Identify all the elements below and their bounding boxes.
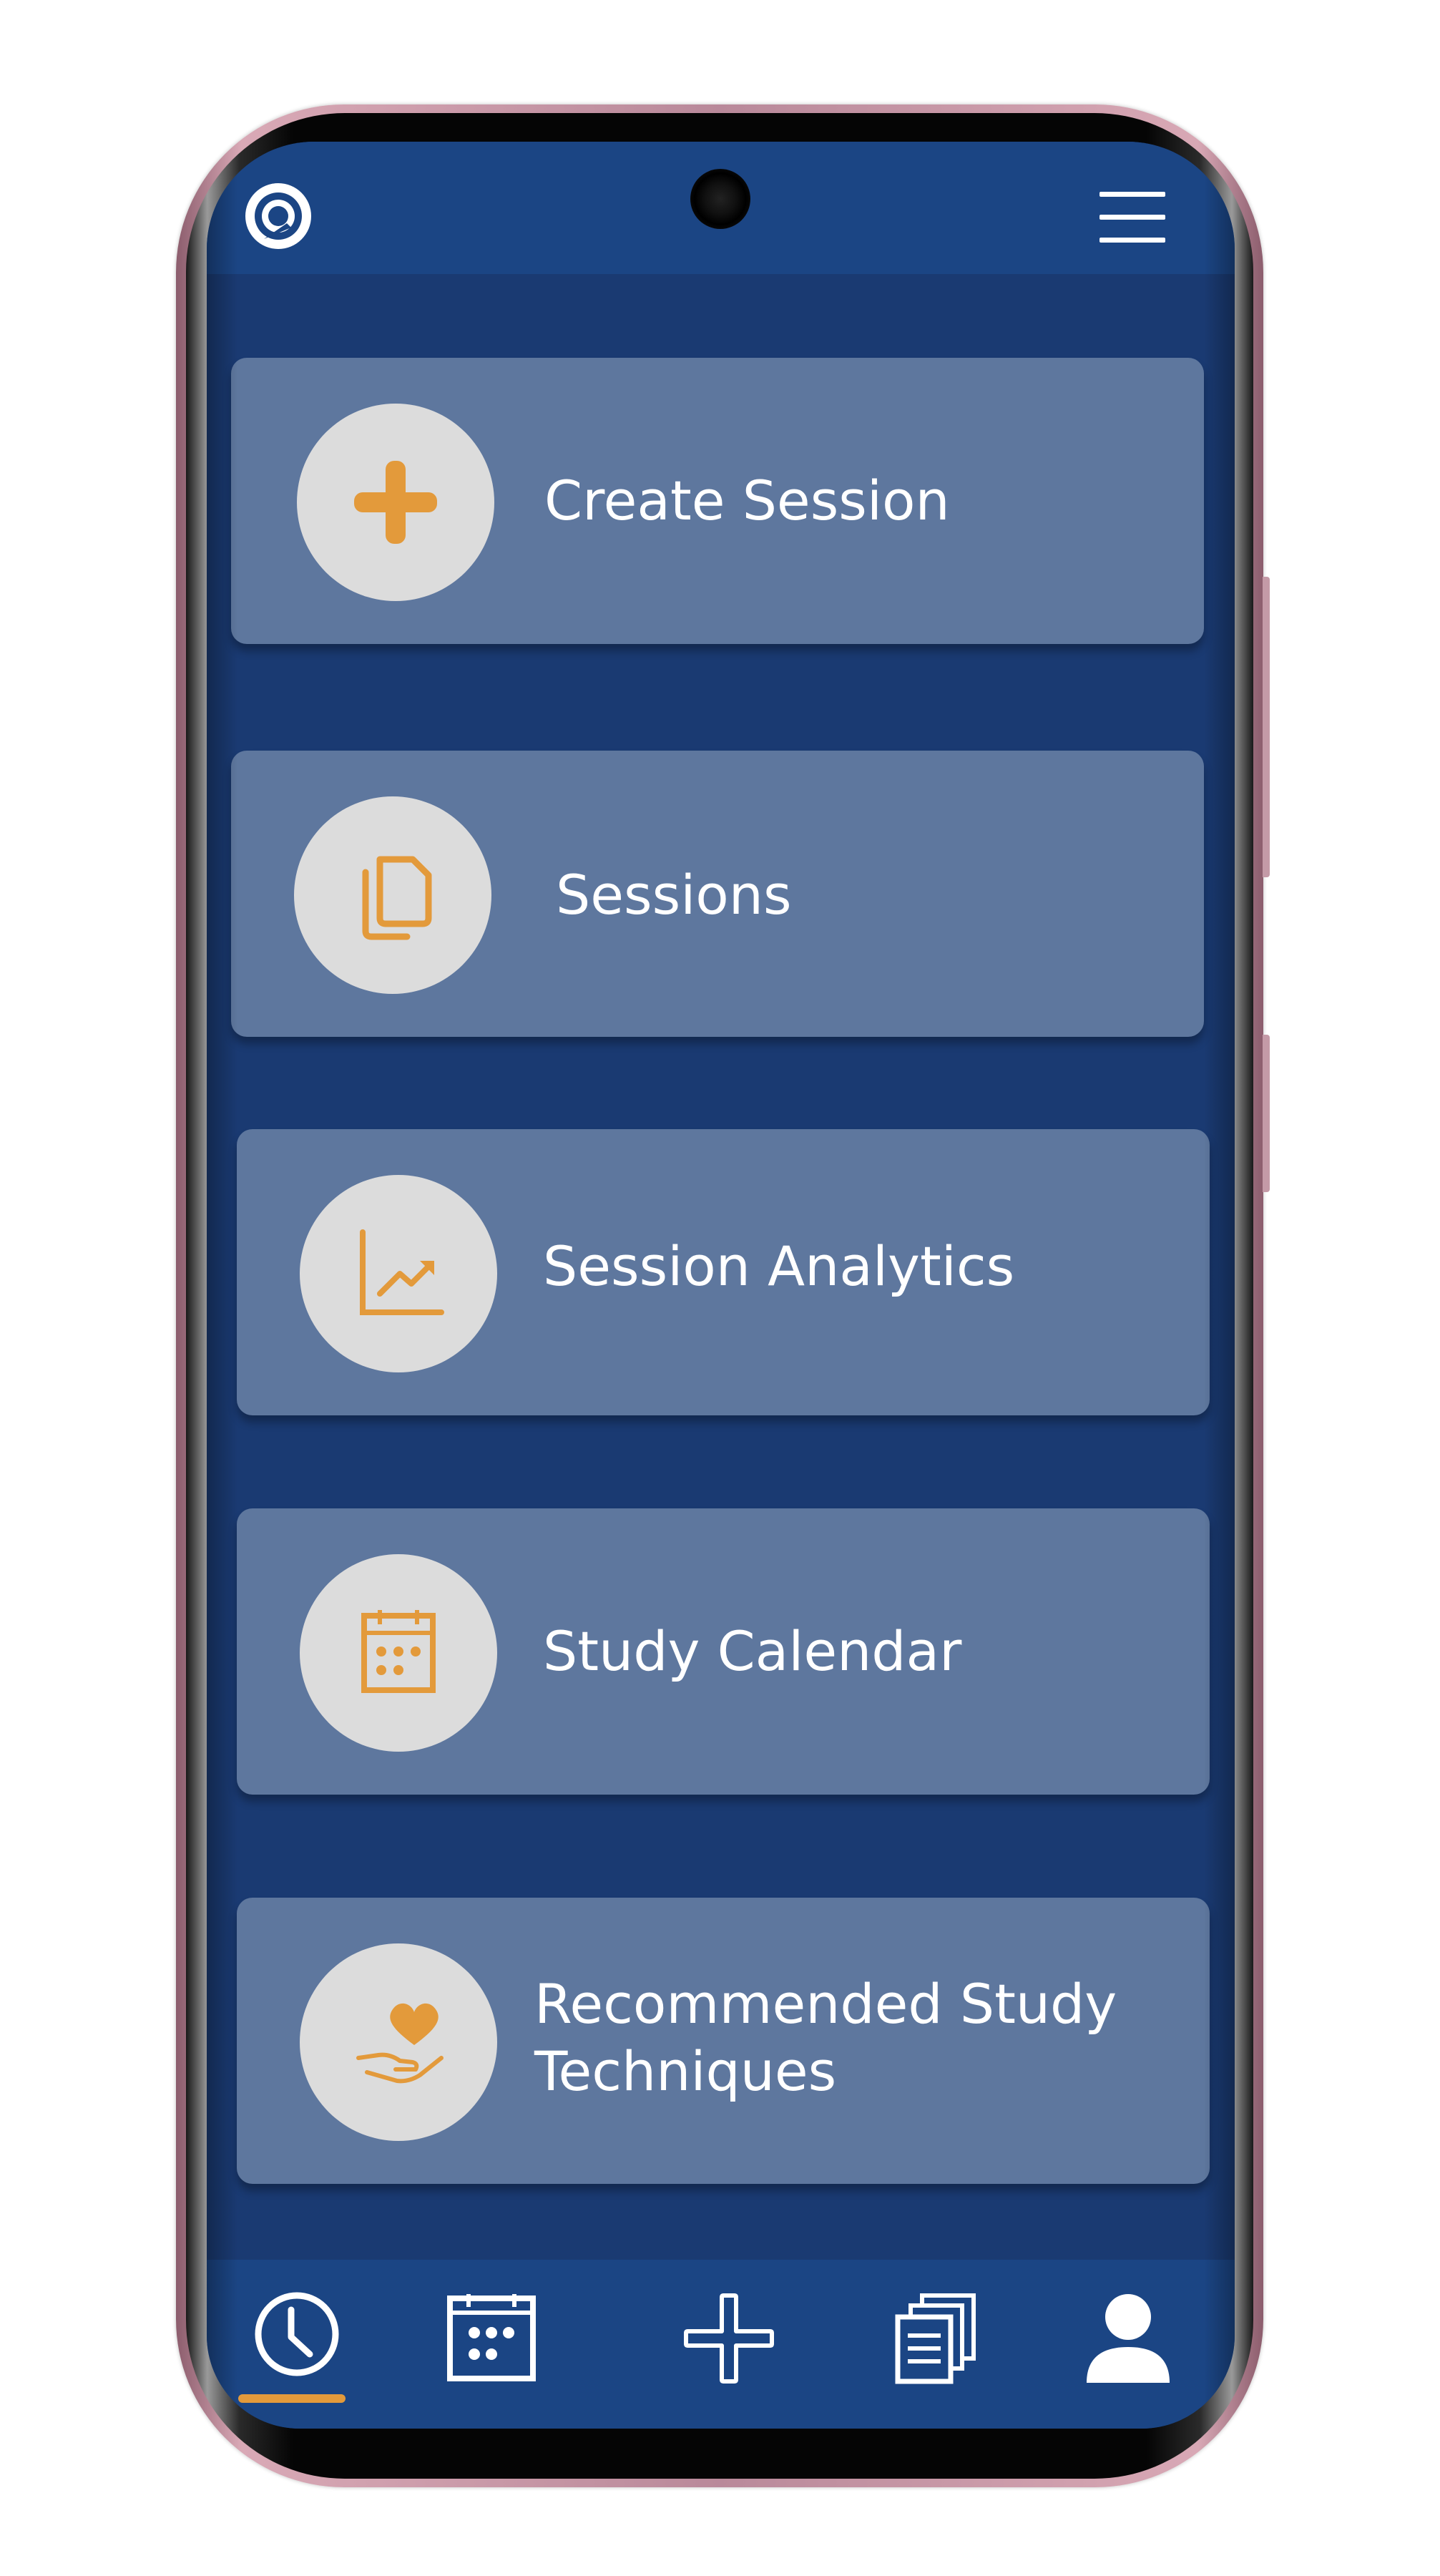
nav-clock-icon[interactable]	[247, 2288, 347, 2389]
documents-icon	[294, 796, 491, 994]
hamburger-menu-icon[interactable]	[1099, 189, 1168, 246]
nav-plus-icon[interactable]	[679, 2288, 779, 2389]
recommended-study-label-line2: Techniques	[534, 2039, 837, 2103]
volume-button	[1263, 577, 1270, 877]
app-logo-icon[interactable]	[244, 182, 313, 250]
create-session-label: Create Session	[544, 469, 950, 532]
create-session-card[interactable]: Create Session	[231, 358, 1204, 644]
nav-calendar-icon[interactable]	[441, 2288, 542, 2389]
active-tab-indicator	[238, 2394, 346, 2403]
calendar-icon	[300, 1554, 497, 1752]
heart-hand-icon	[300, 1943, 497, 2141]
chart-icon	[300, 1175, 497, 1372]
top-app-bar	[207, 142, 1235, 274]
nav-documents-icon[interactable]	[886, 2288, 986, 2389]
sessions-label: Sessions	[556, 863, 792, 927]
sessions-card[interactable]: Sessions	[231, 751, 1204, 1037]
app-screen: Create Session Sessions Session Analytic…	[207, 142, 1235, 2429]
session-analytics-card[interactable]: Session Analytics	[237, 1129, 1210, 1415]
recommended-study-label-line1: Recommended Study	[534, 1972, 1117, 2036]
study-calendar-label: Study Calendar	[543, 1619, 962, 1683]
front-camera	[690, 169, 750, 229]
power-button	[1263, 1035, 1270, 1192]
study-calendar-card[interactable]: Study Calendar	[237, 1508, 1210, 1795]
bottom-navigation	[207, 2260, 1235, 2429]
plus-icon	[297, 404, 494, 601]
nav-profile-icon[interactable]	[1078, 2288, 1178, 2389]
session-analytics-label: Session Analytics	[543, 1234, 1015, 1298]
recommended-study-techniques-card[interactable]: Recommended Study Techniques	[237, 1898, 1210, 2184]
